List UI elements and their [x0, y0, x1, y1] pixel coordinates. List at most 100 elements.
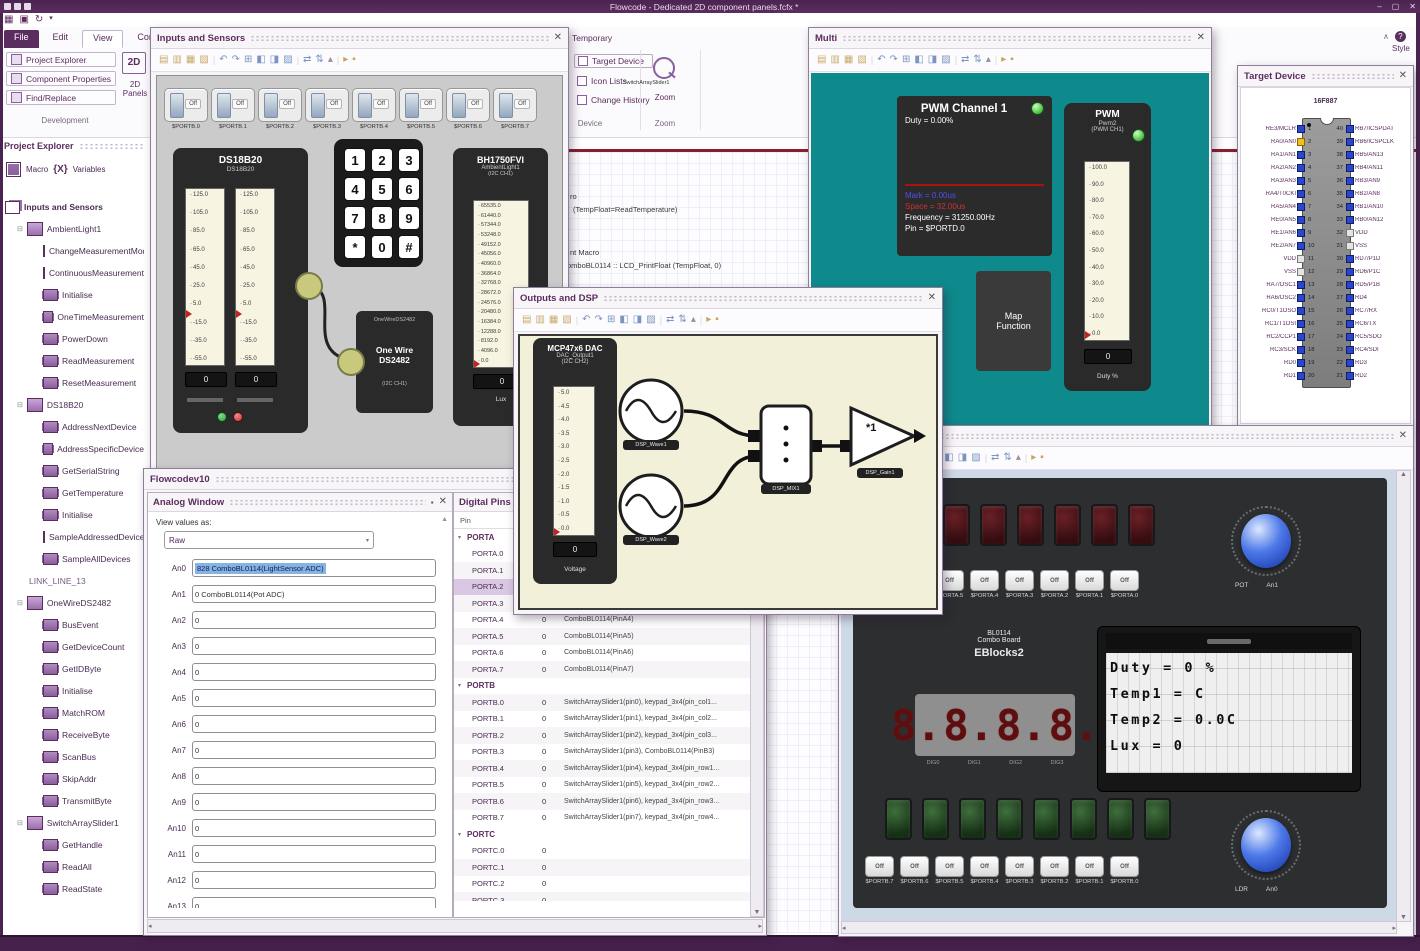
toolbar-icon[interactable]: ▨ — [971, 453, 980, 463]
toolbar-icon[interactable]: ↶ — [877, 55, 885, 65]
ribbon-tab[interactable]: Edit — [43, 30, 79, 48]
toolbar-icon[interactable]: ▦ — [844, 55, 853, 65]
pin-pad-right[interactable] — [1346, 189, 1354, 198]
switch-handle[interactable] — [358, 93, 372, 118]
pin-pad-right[interactable] — [1346, 306, 1354, 315]
zoom-button-label[interactable]: Zoom — [645, 93, 685, 102]
toolbar-icon[interactable]: ◧ — [914, 55, 923, 65]
keypad-key[interactable]: # — [398, 235, 420, 259]
outputs-window-titlebar[interactable]: Outputs and DSP ✕ — [514, 288, 942, 309]
pin-column-header[interactable]: Pin — [460, 516, 471, 525]
keypad-key[interactable]: * — [344, 235, 366, 259]
switch-handle[interactable] — [217, 93, 231, 118]
toolbar-icon[interactable]: ◧ — [944, 453, 953, 463]
macro-label[interactable]: Macro — [26, 165, 48, 174]
digital-pin-row[interactable]: PORTB.0 0 SwitchArraySlider1(pin0), keyp… — [454, 694, 764, 711]
toggle-switch[interactable]: Off $PORTB.1 — [211, 88, 255, 130]
toolbar-icon[interactable]: | — [213, 55, 215, 65]
pin-pad-left[interactable] — [1297, 137, 1305, 146]
toolbar-icon[interactable]: ▴ — [328, 55, 333, 65]
digital-pin-row[interactable]: PORTC.1 0 — [454, 859, 764, 876]
switch-handle[interactable] — [405, 93, 419, 118]
toolbar-icon[interactable]: ⇅ — [1003, 453, 1011, 463]
analog-value-box[interactable]: 0 — [192, 663, 436, 681]
pin-pad-left[interactable] — [1297, 306, 1305, 315]
board-switch[interactable]: Off $PORTB.5 — [935, 856, 964, 885]
toolbar-icon[interactable]: ▴ — [986, 55, 991, 65]
tree-item[interactable]: ⊟ SkipAddr — [43, 768, 144, 790]
switch-handle[interactable] — [499, 93, 513, 118]
toolbar-icon[interactable]: ▦ — [186, 55, 195, 65]
analog-value-box[interactable]: 0 — [192, 897, 436, 908]
analog-value-box[interactable]: 0 — [192, 611, 436, 629]
macro-list-icon[interactable] — [6, 162, 21, 177]
toolbar-icon[interactable]: ▪ — [1010, 55, 1014, 65]
tree-item[interactable]: ⊟ PowerDown — [43, 328, 144, 350]
analog-value-box[interactable]: 0 — [192, 689, 436, 707]
temperature-slider-1[interactable]: 125.0105.085.065.045.025.05.0-15.0-35.0-… — [185, 188, 225, 366]
toolbar-icon[interactable]: ▨ — [646, 315, 655, 325]
digital-pin-row[interactable]: PORTC.2 0 — [454, 876, 764, 893]
switch-handle[interactable] — [170, 93, 184, 118]
tree-item[interactable]: ⊟ SampleAddressedDevice — [43, 526, 144, 548]
pin-pad-right[interactable] — [1346, 293, 1354, 302]
analog-value-box[interactable]: 0 — [192, 715, 436, 733]
board-switch[interactable]: Off $PORTA.3 — [1005, 570, 1034, 599]
toolbar-icon[interactable]: ▴ — [1016, 453, 1021, 463]
toolbar-icon[interactable]: ⇄ — [666, 315, 674, 325]
pin-pad-left[interactable] — [1297, 280, 1305, 289]
digital-pin-row[interactable]: PORTC.3 0 — [454, 892, 764, 901]
pin-icon[interactable]: ▪ — [431, 498, 434, 507]
save-icon[interactable]: ▣ — [19, 14, 28, 25]
toolbar-icon[interactable]: | — [660, 315, 662, 325]
toolbar-icon[interactable]: ▸ — [1001, 55, 1006, 65]
board-switch[interactable]: Off $PORTB.0 — [1110, 856, 1139, 885]
pin-row[interactable]: RE3/MCLR 1 40 RB7/ICSPDAT — [1242, 122, 1409, 135]
pin-pad-right[interactable] — [1346, 358, 1354, 367]
analog-value-box[interactable]: 828 ComboBL0114(LightSensor ADC) — [192, 559, 436, 577]
toolbar-icon[interactable]: ◨ — [928, 55, 937, 65]
board-switch[interactable]: Off $PORTB.6 — [900, 856, 929, 885]
app-titlebar[interactable]: Flowcode - Dedicated 2D component panels… — [0, 0, 1420, 13]
toolbar-icon[interactable]: ↷ — [890, 55, 898, 65]
vertical-scrollbar[interactable]: ▲▼ — [1396, 470, 1411, 922]
digital-pin-row[interactable]: PORTB.7 0 SwitchArraySlider1(pin7), keyp… — [454, 810, 764, 827]
ribbon-tab[interactable]: View — [82, 30, 124, 48]
tree-item[interactable]: ⊟ ReadAll — [43, 856, 144, 878]
keypad-key[interactable]: 9 — [398, 206, 420, 230]
toolbar-icon[interactable]: | — [1025, 453, 1027, 463]
toolbar-icon[interactable]: ⇅ — [973, 55, 981, 65]
close-icon[interactable]: ✕ — [1409, 2, 1416, 11]
dsp-wave1-label[interactable]: DSP_Wave1 — [623, 440, 679, 450]
tree-item[interactable]: ⊟ ReadMeasurement — [43, 350, 144, 372]
keypad-key[interactable]: 6 — [398, 177, 420, 201]
tree-item[interactable]: ⊟ LINK_LINE_13 — [25, 570, 144, 592]
toolbar-icon[interactable]: ↶ — [582, 315, 590, 325]
variables-icon[interactable]: {X} — [53, 164, 67, 175]
toolbar-icon[interactable]: ▸ — [343, 55, 348, 65]
close-icon[interactable]: ✕ — [1197, 33, 1205, 43]
toolbar-icon[interactable]: ▤ — [817, 55, 826, 65]
keypad-key[interactable]: 5 — [371, 177, 393, 201]
ldr-knob[interactable] — [1231, 810, 1301, 880]
pin-row[interactable]: RA6/OSC2 14 27 RD4 — [1242, 291, 1409, 304]
toolbar-icon[interactable]: ▴ — [691, 315, 696, 325]
pin-pad-right[interactable] — [1346, 124, 1354, 133]
pin-pad-left[interactable] — [1297, 176, 1305, 185]
pin-row[interactable]: RD0 19 22 RD3 — [1242, 356, 1409, 369]
analog-value-box[interactable]: 0 — [192, 637, 436, 655]
digital-pin-row[interactable]: PORTC.0 0 — [454, 843, 764, 860]
tab-temporary[interactable]: Temporary — [572, 33, 612, 43]
toolbar-icon[interactable]: ⊞ — [607, 315, 615, 325]
ribbon-tab[interactable]: File — [4, 30, 39, 48]
pin-pad-left[interactable] — [1297, 267, 1305, 276]
tree-item[interactable]: ⊟ ContinuousMeasurement — [43, 262, 144, 284]
keypad-key[interactable]: 3 — [398, 148, 420, 172]
pin-row[interactable]: RA5/AN4 7 34 RB1/AN10 — [1242, 200, 1409, 213]
digital-pin-row[interactable]: PORTA.6 0 ComboBL0114(PinA6) — [454, 645, 764, 662]
keypad-key[interactable]: 1 — [344, 148, 366, 172]
toolbar-icon[interactable]: ↶ — [219, 55, 227, 65]
switch-handle[interactable] — [452, 93, 466, 118]
pin-pad-left[interactable] — [1297, 241, 1305, 250]
tree-item[interactable]: ⊟ OneWireDS2482 — [17, 592, 144, 614]
